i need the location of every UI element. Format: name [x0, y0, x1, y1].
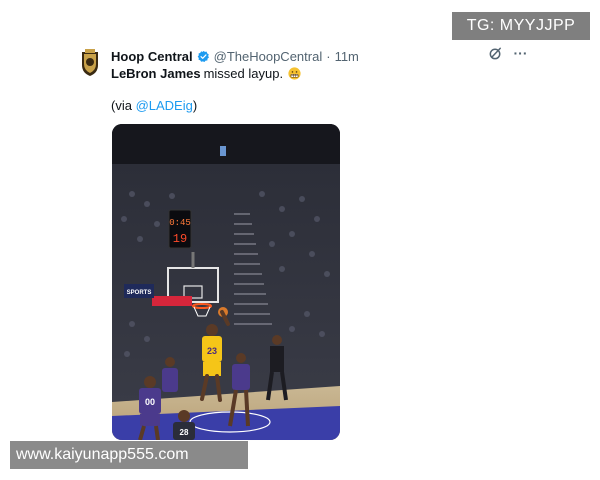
via-mention-link[interactable]: @LADEig	[136, 98, 193, 113]
jersey-number-referee: 28	[180, 428, 189, 437]
tweet-header: Hoop Central @TheHoopCentral · 11m	[111, 47, 359, 65]
shot-clock-seconds: 19	[173, 232, 187, 246]
via-prefix: (via	[111, 98, 136, 113]
via-suffix: )	[192, 98, 198, 113]
arena-sign: SPORTS	[127, 290, 152, 296]
tweet-actions: ···	[488, 46, 528, 61]
tweet-text-rest: missed layup.	[203, 66, 284, 81]
tweet-text: LeBron James missed layup.	[111, 66, 301, 81]
author-handle[interactable]: @TheHoopCentral	[214, 49, 323, 64]
tweet-media-image[interactable]: 0:45 19 SPORTS 23 00 28	[112, 124, 340, 440]
shot-clock-game-time: 0:45	[169, 218, 191, 228]
grimacing-face-icon	[288, 67, 301, 80]
more-dots-icon[interactable]: ···	[513, 46, 528, 61]
separator-dot: ·	[326, 48, 331, 64]
tweet-timestamp[interactable]: 11m	[335, 49, 359, 64]
jersey-number-lebron: 23	[207, 346, 217, 356]
tweet-text-bold: LeBron James	[111, 66, 201, 81]
jersey-number-defender: 00	[145, 397, 155, 407]
watermark-telegram: TG: MYYJJPP	[452, 12, 590, 40]
grok-icon[interactable]	[488, 46, 503, 61]
via-credit: (via @LADEig)	[111, 98, 197, 113]
avatar[interactable]	[80, 49, 100, 77]
author-name[interactable]: Hoop Central	[111, 49, 193, 64]
watermark-url: www.kaiyunapp555.com	[10, 441, 248, 469]
verified-badge-icon	[197, 50, 209, 62]
